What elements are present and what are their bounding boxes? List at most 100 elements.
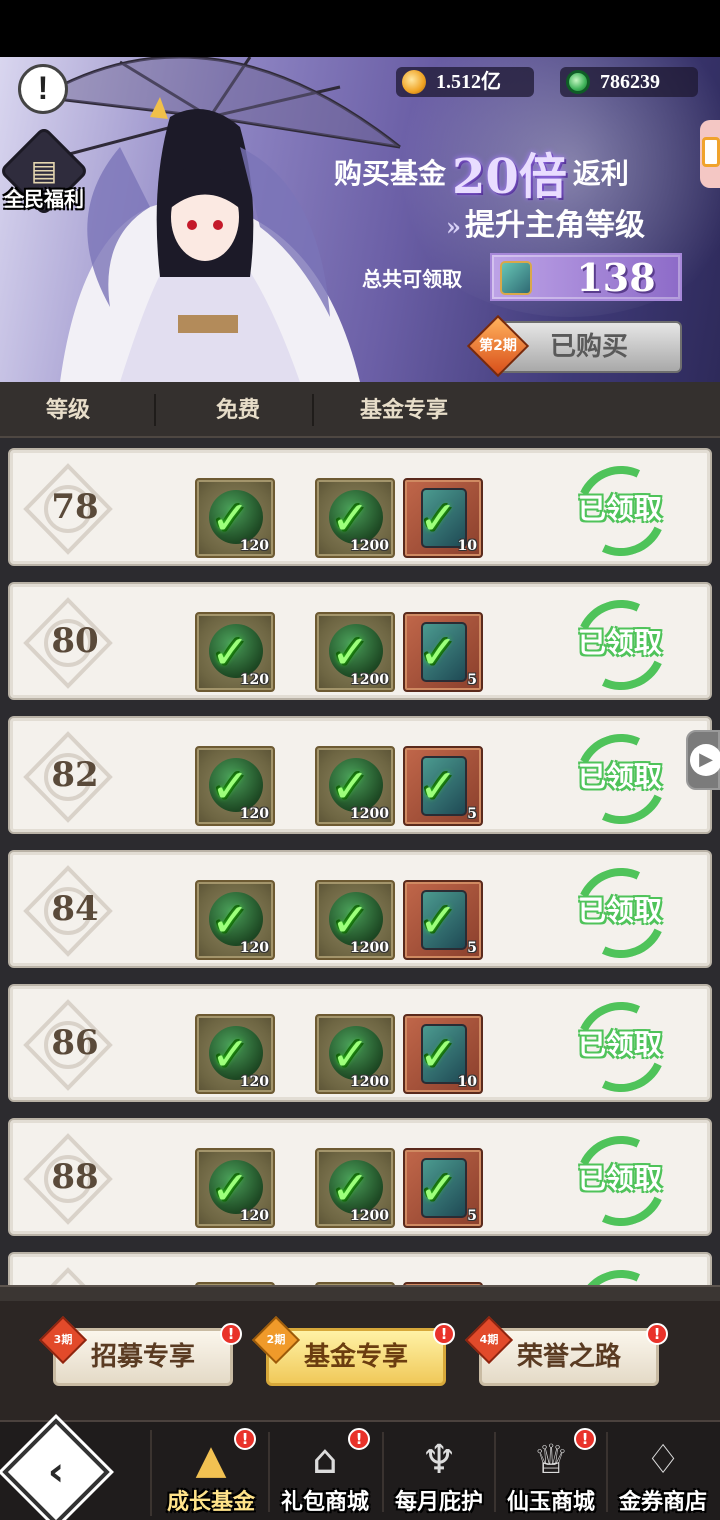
fund-reward-item[interactable]: ✓ 1200 [315, 880, 395, 960]
gold-currency: 1.512亿 [396, 67, 534, 97]
buy-suffix: 返利 [572, 157, 629, 190]
fund-reward-card[interactable]: ✓ 5 [403, 612, 483, 692]
side-gift-icon [702, 137, 720, 167]
nav-label: 每月庇护 [394, 1489, 483, 1515]
reward-row: 88 ✓ 120 ✓ 1200 ✓ 5 已领取 [8, 1118, 712, 1239]
nav-monthly-protection[interactable]: ♆ 每月庇护 [382, 1422, 496, 1520]
free-reward-item[interactable]: ✓ 120 [195, 1014, 275, 1094]
row-level: 78 [51, 487, 99, 527]
item-count: 5 [467, 940, 477, 956]
item-count: 1200 [350, 940, 389, 956]
levelup-hint: » 提升主角等级 [446, 200, 645, 244]
tab-label: 基金专享 [303, 1342, 408, 1372]
header-fund: 基金专享 [360, 397, 449, 423]
fund-reward-item[interactable]: ✓ 1200 [315, 612, 395, 692]
notification-badge: ! [348, 1428, 370, 1450]
row-level: 82 [51, 755, 99, 795]
gift-shop-icon: ⌂ [312, 1437, 338, 1483]
item-count: 120 [239, 940, 269, 956]
fund-reward-item[interactable]: ✓ 1200 [315, 478, 395, 558]
header-free: 免费 [216, 397, 261, 423]
item-count: 5 [467, 1208, 477, 1224]
fund-tabs: 3期 招募专享 ! 2期 基金专享 ! 4期 荣誉之路 ! [0, 1301, 720, 1420]
back-arrow-icon: ‹ [47, 1449, 65, 1495]
welfare-button[interactable]: ▤ 全民福利 [0, 125, 90, 217]
notification-badge: ! [220, 1323, 242, 1345]
item-count: 10 [457, 538, 477, 554]
back-button[interactable]: ‹ [2, 1418, 110, 1520]
reward-list[interactable]: 78 ✓ 120 ✓ 1200 ✓ 10 已领取 80 ✓ 120 ✓ 1200 ✓ 5 已领取 82 ✓ 120 ✓… [0, 438, 720, 1285]
reward-row: 86 ✓ 120 ✓ 1200 ✓ 10 已领取 [8, 984, 712, 1105]
item-count: 1200 [350, 672, 389, 688]
item-count: 1200 [350, 806, 389, 822]
notification-badge: ! [646, 1323, 668, 1345]
total-value: 138 [576, 255, 656, 300]
period-ribbon: 3期 [38, 1315, 88, 1365]
table-header: 等级 免费 基金专享 [0, 382, 720, 438]
bottom-nav: ‹ ▲ ! 成长基金 ⌂ ! 礼包商城 ♆ 每月庇护 ♕ ! 仙玉商城 ♢ 金券… [0, 1418, 720, 1520]
checkmark-icon: ✓ [419, 893, 458, 947]
card-icon [500, 261, 532, 295]
free-reward-item[interactable]: ✓ 120 [195, 478, 275, 558]
multiplier: 20倍 [452, 149, 567, 205]
claimed-status: 已领取 [577, 1028, 662, 1061]
free-reward-item[interactable]: ✓ 120 [195, 880, 275, 960]
gold-value: 1.512亿 [436, 71, 501, 93]
period-ribbon: 4期 [464, 1315, 514, 1365]
nav-diamond-shop[interactable]: ♢ 金券商店 [606, 1422, 720, 1520]
item-count: 120 [239, 1208, 269, 1224]
floating-play-button[interactable]: ▶ [686, 730, 720, 790]
section-divider [0, 1285, 720, 1301]
free-reward-item[interactable]: ✓ 120 [195, 612, 275, 692]
total-label: 总共可领取 [362, 267, 462, 291]
header-level: 等级 [46, 397, 91, 423]
tab-fund[interactable]: 2期 基金专享 ! [251, 1315, 455, 1386]
growth-fund-icon: ▲ [195, 1437, 227, 1483]
item-count: 120 [239, 538, 269, 554]
gold-coin-icon [402, 70, 426, 94]
free-reward-item[interactable]: ✓ 120 [195, 746, 275, 826]
fund-reward-item[interactable]: ✓ 1200 [315, 1014, 395, 1094]
item-count: 120 [239, 1074, 269, 1090]
period-ribbon: 2期 [251, 1315, 301, 1365]
tab-recruit[interactable]: 3期 招募专享 ! [38, 1315, 242, 1386]
item-count: 120 [239, 672, 269, 688]
double-chevron-icon: » [446, 212, 461, 241]
claimed-status: 已领取 [577, 626, 662, 659]
fund-reward-card[interactable]: ✓ 5 [403, 880, 483, 960]
nav-growth-fund[interactable]: ▲ ! 成长基金 [154, 1422, 268, 1520]
fund-reward-card[interactable]: ✓ 10 [403, 1014, 483, 1094]
free-reward-item[interactable]: ✓ 120 [195, 1148, 275, 1228]
item-count: 1200 [350, 538, 389, 554]
play-icon: ▶ [690, 744, 720, 776]
fund-promo-title: 购买基金 20倍 返利 [334, 137, 629, 207]
tab-honor[interactable]: 4期 荣誉之路 ! [464, 1315, 668, 1386]
fund-reward-card[interactable]: ✓ 5 [403, 746, 483, 826]
row-level: 80 [51, 621, 99, 661]
jade-icon [566, 70, 590, 94]
claimed-status: 已领取 [577, 492, 662, 525]
claimed-status: 已领取 [577, 894, 662, 927]
item-count: 1200 [350, 1208, 389, 1224]
fund-reward-card[interactable]: ✓ 10 [403, 478, 483, 558]
header-divider [154, 394, 156, 426]
item-count: 10 [457, 1074, 477, 1090]
info-button[interactable]: ! [18, 64, 68, 114]
jade-value: 786239 [600, 71, 660, 93]
item-count: 1200 [350, 1074, 389, 1090]
buy-prefix: 购买基金 [334, 157, 447, 190]
total-claimable: 138 [490, 253, 682, 301]
item-count: 120 [239, 806, 269, 822]
row-level: 88 [51, 1157, 99, 1197]
diamond-shop-icon: ♢ [645, 1437, 681, 1483]
fund-reward-item[interactable]: ✓ 1200 [315, 1148, 395, 1228]
claimed-ring-icon [563, 1257, 679, 1285]
nav-jade-shop[interactable]: ♕ ! 仙玉商城 [494, 1422, 608, 1520]
notification-badge: ! [574, 1428, 596, 1450]
character-illustration [19, 57, 401, 382]
fund-reward-item[interactable]: ✓ 1200 [315, 746, 395, 826]
fund-reward-card[interactable]: ✓ 5 [403, 1148, 483, 1228]
nav-gift-shop[interactable]: ⌂ ! 礼包商城 [268, 1422, 382, 1520]
item-count: 5 [467, 806, 477, 822]
welfare-label: 全民福利 [4, 187, 84, 211]
